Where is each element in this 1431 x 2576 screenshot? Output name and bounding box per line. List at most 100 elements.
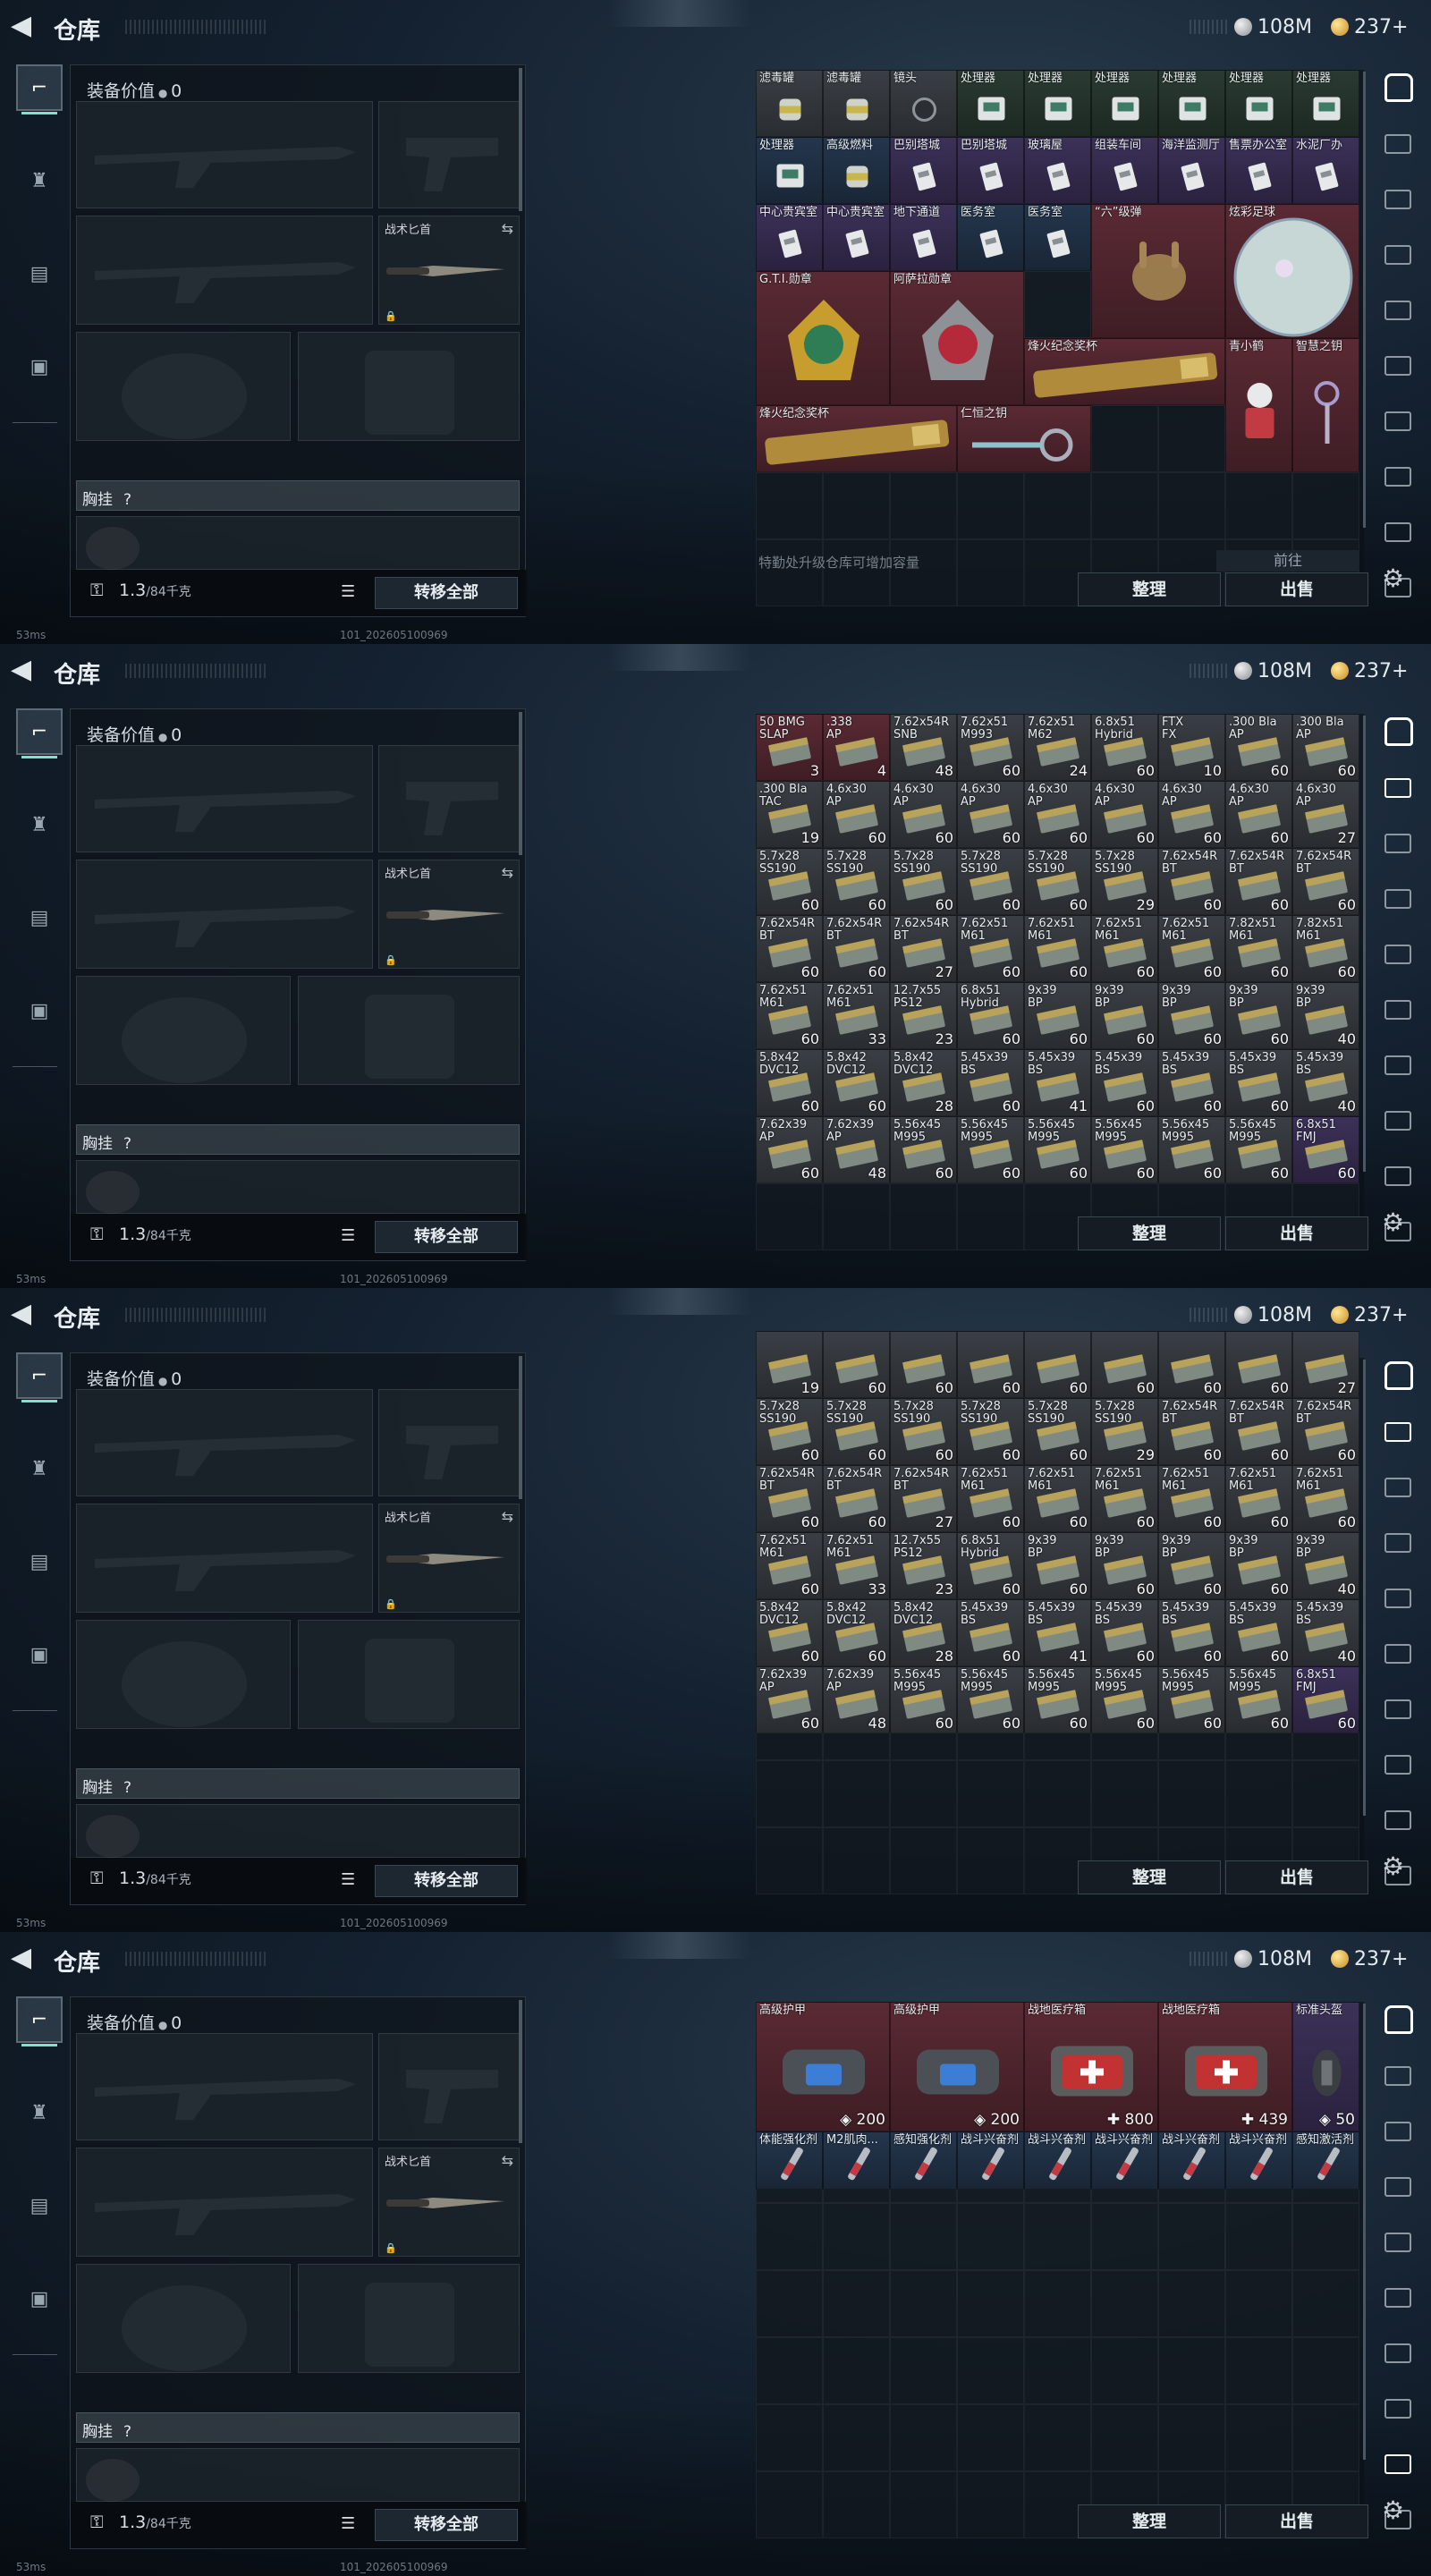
storage-item[interactable]: 7.62x51 M61 60 [1024, 915, 1091, 982]
secondary-weapon-slot[interactable] [76, 2148, 373, 2257]
storage-item[interactable]: 5.45x39 BS 60 [1225, 1599, 1292, 1666]
empty-slot[interactable] [823, 1183, 890, 1250]
secondary-weapon-slot[interactable] [76, 216, 373, 325]
storage-item[interactable]: .300 Bla AP 60 [1225, 714, 1292, 781]
gear-icon[interactable]: ⚙ [1382, 564, 1404, 593]
storage-tab-icon[interactable] [1372, 2383, 1420, 2431]
storage-item[interactable]: 阿萨拉勋章 [890, 271, 1024, 405]
storage-item[interactable]: .300 Bla TAC 19 [756, 781, 823, 848]
empty-slot[interactable] [890, 2203, 957, 2270]
storage-item[interactable]: 9x39 BP 60 [1091, 982, 1158, 1049]
storage-item[interactable]: 6.8x51 Hybrid 60 [957, 982, 1024, 1049]
empty-slot[interactable] [756, 2337, 823, 2404]
gold-currency[interactable]: 237+ [1331, 1301, 1408, 1329]
storage-item[interactable]: 6.8x51 Hybrid 60 [1091, 714, 1158, 781]
storage-item[interactable]: 4.6x30 AP 60 [823, 781, 890, 848]
storage-item[interactable]: 5.45x39 BS 60 [1158, 1599, 1225, 1666]
storage-item[interactable]: 医务室 [1024, 204, 1091, 271]
storage-item[interactable]: 5.56x45 M995 60 [1225, 1666, 1292, 1733]
empty-slot[interactable] [957, 2203, 1024, 2270]
empty-slot[interactable] [957, 2404, 1024, 2471]
empty-slot[interactable] [756, 1827, 823, 1894]
empty-slot[interactable] [890, 472, 957, 539]
storage-item[interactable]: 中心贵宾室 [823, 204, 890, 271]
storage-item[interactable]: 7.62x54R BT 60 [756, 1465, 823, 1532]
sort-button[interactable]: 整理 [1078, 2504, 1221, 2538]
tab-armor[interactable]: ♜ [16, 1445, 63, 1492]
empty-slot[interactable] [1024, 1760, 1091, 1827]
storage-item[interactable]: 5.8x42 DVC12 60 [823, 1049, 890, 1116]
storage-item[interactable]: 标准头盔 ◈ 50 [1292, 2002, 1359, 2131]
storage-item[interactable]: 高级护甲 ◈ 200 [756, 2002, 890, 2131]
storage-tab-icon[interactable] [1372, 1462, 1420, 1510]
empty-slot[interactable] [756, 2471, 823, 2538]
tab-gun[interactable]: ⌐ [16, 1352, 63, 1402]
empty-slot[interactable] [1024, 2203, 1091, 2270]
storage-item[interactable]: 5.45x39 BS 41 [1024, 1599, 1091, 1666]
gold-currency[interactable]: 237+ [1331, 13, 1408, 41]
storage-item[interactable]: 5.56x45 M995 60 [957, 1666, 1024, 1733]
empty-slot[interactable] [1091, 2203, 1158, 2270]
storage-item[interactable]: 7.62x51 M61 60 [957, 1465, 1024, 1532]
storage-scrollbar[interactable] [1363, 716, 1366, 1172]
empty-slot[interactable] [1225, 472, 1292, 539]
melee-slot[interactable]: 战术匕首 ⇆ 🔒 [378, 1504, 520, 1613]
storage-item[interactable]: 5.56x45 M995 60 [890, 1666, 957, 1733]
empty-slot[interactable] [1225, 2404, 1292, 2471]
storage-item[interactable]: 19 [756, 1331, 823, 1398]
empty-slot[interactable] [1158, 2404, 1225, 2471]
sell-button[interactable]: 出售 [1225, 1860, 1368, 1894]
storage-scrollbar[interactable] [1363, 2004, 1366, 2460]
sell-button[interactable]: 出售 [1225, 2504, 1368, 2538]
storage-item[interactable]: 60 [957, 1331, 1024, 1398]
melee-slot[interactable]: 战术匕首 ⇆ 🔒 [378, 216, 520, 325]
storage-item[interactable]: 中心贵宾室 [756, 204, 823, 271]
helmet-slot[interactable] [76, 976, 291, 1085]
storage-item[interactable]: 7.62x51 M61 33 [823, 1532, 890, 1599]
storage-item[interactable]: 高级护甲 ◈ 200 [890, 2002, 1024, 2131]
storage-tab-icon[interactable] [1372, 2216, 1420, 2265]
empty-slot[interactable] [1024, 472, 1091, 539]
storage-item[interactable]: 5.45x39 BS 60 [1091, 1049, 1158, 1116]
storage-item[interactable]: 7.62x39 AP 48 [823, 1666, 890, 1733]
empty-slot[interactable] [1158, 472, 1225, 539]
storage-item[interactable]: 7.62x54R BT 60 [1158, 848, 1225, 915]
storage-tab-icon[interactable] [1372, 1517, 1420, 1565]
storage-item[interactable]: 5.7x28 SS190 60 [1024, 848, 1091, 915]
empty-slot[interactable] [1292, 2203, 1359, 2270]
storage-item[interactable]: 7.62x54R BT 60 [1292, 1398, 1359, 1465]
storage-item[interactable]: 7.62x51 M61 33 [823, 982, 890, 1049]
storage-item[interactable]: 7.62x51 M61 60 [1024, 1465, 1091, 1532]
storage-item[interactable]: 5.7x28 SS190 29 [1091, 1398, 1158, 1465]
storage-tab-icon[interactable] [1372, 451, 1420, 499]
storage-item[interactable]: .338 AP 4 [823, 714, 890, 781]
storage-item[interactable]: 4.6x30 AP 60 [890, 781, 957, 848]
back-arrow-icon[interactable]: ◀ [11, 657, 41, 687]
storage-item[interactable]: 5.45x39 BS 40 [1292, 1599, 1359, 1666]
storage-item[interactable]: 处理器 [1091, 70, 1158, 137]
storage-tab-icon[interactable] [1372, 818, 1420, 866]
storage-item[interactable]: 4.6x30 AP 60 [1225, 781, 1292, 848]
storage-tab-icon[interactable] [1372, 1572, 1420, 1621]
storage-item[interactable]: 水泥厂办 [1292, 137, 1359, 204]
transfer-all-button[interactable]: 转移全部 [375, 2509, 518, 2541]
empty-slot[interactable] [1024, 2337, 1091, 2404]
tab-case[interactable]: ▣ [16, 2275, 63, 2322]
storage-item[interactable]: 7.62x39 AP 60 [756, 1116, 823, 1183]
storage-item[interactable]: 烽火纪念奖杯 [1024, 338, 1225, 405]
storage-tab-icon[interactable] [1372, 2050, 1420, 2098]
empty-slot[interactable] [823, 539, 890, 606]
storage-tab-icon[interactable] [1372, 395, 1420, 444]
empty-slot[interactable] [890, 1760, 957, 1827]
transfer-all-button[interactable]: 转移全部 [375, 1865, 518, 1897]
transfer-all-button[interactable]: 转移全部 [375, 1221, 518, 1253]
empty-slot[interactable] [890, 2471, 957, 2538]
empty-slot[interactable] [890, 539, 957, 606]
empty-slot[interactable] [756, 1183, 823, 1250]
storage-item[interactable]: 7.62x54R BT 60 [1292, 848, 1359, 915]
empty-slot[interactable] [1158, 405, 1225, 472]
storage-item[interactable]: 5.56x45 M995 60 [1024, 1666, 1091, 1733]
list-icon[interactable]: ☰ [341, 582, 355, 601]
storage-item[interactable]: 5.7x28 SS190 60 [957, 848, 1024, 915]
storage-item[interactable]: 60 [890, 1331, 957, 1398]
